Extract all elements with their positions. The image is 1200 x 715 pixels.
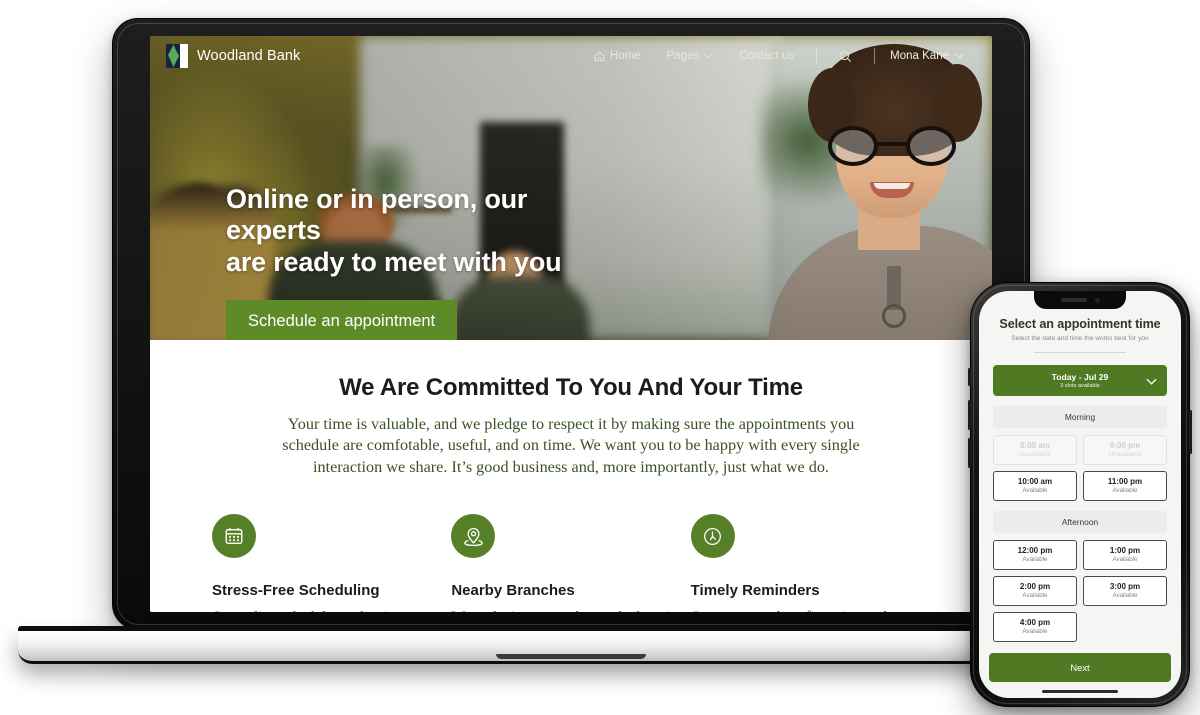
appointment-app: Select an appointment time Select the da… xyxy=(979,291,1181,642)
brand[interactable]: Woodland Bank xyxy=(166,44,300,68)
time-slot[interactable]: 2:00 pm Available xyxy=(993,576,1077,606)
navbar-right: Home Pages Contact us Mona Kane xyxy=(581,48,992,64)
app-title: Select an appointment time xyxy=(999,317,1161,331)
time-slot-status: Available xyxy=(1022,487,1048,494)
nav-link-pages-label: Pages xyxy=(666,50,700,62)
calendar-icon xyxy=(212,514,256,559)
app-subtitle: Select the date and time the works best … xyxy=(1011,335,1149,342)
feature-card-title: Timely Reminders xyxy=(690,582,820,600)
phone-earpiece xyxy=(1060,298,1087,302)
phone-volume-down-button[interactable] xyxy=(968,438,971,468)
date-selector-label: Today - Jul 29 xyxy=(1051,372,1109,382)
schedule-appointment-button[interactable]: Schedule an appointment xyxy=(226,299,458,340)
time-slot-group-afternoon: 12:00 pm Available 1:00 pm Available 2:0… xyxy=(993,540,1167,642)
phone-screen: Select an appointment time Select the da… xyxy=(979,291,1181,698)
feature-card-text: Our online scheduler makes it easy to ge… xyxy=(212,608,451,612)
time-slot[interactable]: 4:00 pm Available xyxy=(993,612,1077,642)
search-icon[interactable] xyxy=(826,50,865,63)
time-slot-status: Available xyxy=(1112,592,1138,599)
clock-icon xyxy=(690,514,735,559)
hero-content: Online or in person, our experts are rea… xyxy=(226,184,626,340)
time-slot-time: 12:00 pm xyxy=(1017,546,1053,555)
time-slot-time: 1:00 pm xyxy=(1109,546,1141,555)
phone-mockup: Select an appointment time Select the da… xyxy=(968,282,1192,707)
time-slot-time: 4:00 pm xyxy=(1019,618,1051,627)
site-body: We Are Committed To You And Your Time Yo… xyxy=(150,340,992,612)
time-slot-time: 2:00 pm xyxy=(1019,582,1051,591)
feature-card: Timely Reminders Our automated confirmat… xyxy=(690,514,930,612)
date-selector-slots-count: 3 slots available xyxy=(1060,383,1100,389)
time-slot[interactable]: 12:00 pm Available xyxy=(993,540,1077,570)
time-slot-status: Available xyxy=(1022,592,1048,599)
time-slot-group-morning: 8:00 am Unavailable 9:00 pm Unavailable … xyxy=(993,435,1167,501)
navbar-divider-left xyxy=(816,48,818,64)
navbar-divider-right xyxy=(874,48,876,64)
phone-volume-up-button[interactable] xyxy=(968,400,971,430)
laptop-base xyxy=(18,626,1124,664)
time-slot-time: 8:00 am xyxy=(1020,441,1050,450)
home-icon xyxy=(594,51,605,62)
site-navbar: Woodland Bank Home Pages Contact us Mona… xyxy=(150,36,992,76)
nav-link-home[interactable]: Home xyxy=(581,50,654,62)
hero-heading: Online or in person, our experts are rea… xyxy=(226,184,626,278)
chevron-down-icon xyxy=(1146,372,1157,390)
hero-heading-line-1: Online or in person, our experts xyxy=(226,184,528,246)
chevron-down-icon xyxy=(955,53,964,59)
section-title: We Are Committed To You And Your Time xyxy=(339,374,803,401)
feature-card: Nearby Branches We make it easy to choos… xyxy=(451,514,690,612)
phone-front-camera xyxy=(1094,297,1100,303)
feature-card-title: Nearby Branches xyxy=(451,582,575,600)
time-slot-status: Available xyxy=(1112,556,1138,563)
map-pin-icon xyxy=(451,514,496,559)
date-selector-text: Today - Jul 29 3 slots available xyxy=(1003,372,1157,389)
nav-link-pages[interactable]: Pages xyxy=(654,50,727,62)
time-slot[interactable]: 3:00 pm Available xyxy=(1083,576,1167,606)
time-slot-status: Available xyxy=(1112,487,1138,494)
phone-notch xyxy=(1034,291,1126,309)
nav-link-contact-label: Contact us xyxy=(739,50,795,62)
next-button[interactable]: Next xyxy=(989,653,1171,682)
feature-cards: Stress-Free Scheduling Our online schedu… xyxy=(150,514,992,612)
feature-card-text: We make it easy to choose the location t… xyxy=(451,608,690,612)
feature-card: Stress-Free Scheduling Our online schedu… xyxy=(212,514,451,612)
time-slot[interactable]: 11:00 pm Available xyxy=(1083,471,1167,501)
time-slot[interactable]: 10:00 am Available xyxy=(993,471,1077,501)
section-paragraph: Your time is valuable, and we pledge to … xyxy=(282,415,860,476)
time-slot-status: Available xyxy=(1022,556,1048,563)
phone-home-indicator xyxy=(1042,690,1118,693)
nav-link-contact-us[interactable]: Contact us xyxy=(726,50,807,62)
hero-heading-line-2: are ready to meet with you xyxy=(226,246,562,277)
feature-card-title: Stress-Free Scheduling xyxy=(212,582,380,600)
section-band-morning: Morning xyxy=(993,406,1167,428)
screenshot-root: Woodland Bank Home Pages Contact us Mona… xyxy=(0,0,1200,715)
phone-mute-switch[interactable] xyxy=(968,368,971,386)
time-slot-time: 3:00 pm xyxy=(1109,582,1141,591)
time-slot-status: Available xyxy=(1022,628,1048,635)
laptop-mockup: Woodland Bank Home Pages Contact us Mona… xyxy=(18,18,1124,664)
brand-name: Woodland Bank xyxy=(197,48,301,64)
phone-power-button[interactable] xyxy=(1189,410,1192,454)
feature-card-text: Our automated confirmation and reminder … xyxy=(691,608,930,612)
time-slot[interactable]: 1:00 pm Available xyxy=(1083,540,1167,570)
hero-section: Woodland Bank Home Pages Contact us Mona… xyxy=(150,36,992,340)
time-slot: 8:00 am Unavailable xyxy=(993,435,1077,465)
time-slot-status: Unavailable xyxy=(1018,451,1052,458)
section-band-afternoon: Afternoon xyxy=(993,511,1167,533)
user-menu[interactable]: Mona Kane xyxy=(884,50,970,62)
woodland-bank-logo-icon xyxy=(166,44,188,68)
laptop-base-notch xyxy=(496,654,646,659)
app-divider xyxy=(1034,352,1126,353)
time-slot-status: Unavailable xyxy=(1108,451,1142,458)
laptop-screen: Woodland Bank Home Pages Contact us Mona… xyxy=(150,36,992,612)
time-slot-time: 10:00 am xyxy=(1017,477,1053,486)
time-slot: 9:00 pm Unavailable xyxy=(1083,435,1167,465)
date-selector[interactable]: Today - Jul 29 3 slots available xyxy=(993,365,1167,396)
user-menu-label: Mona Kane xyxy=(890,50,949,62)
chevron-down-icon xyxy=(704,53,713,59)
time-slot-time: 11:00 pm xyxy=(1107,477,1143,486)
time-slot-time: 9:00 pm xyxy=(1109,441,1141,450)
nav-link-home-label: Home xyxy=(609,50,641,62)
